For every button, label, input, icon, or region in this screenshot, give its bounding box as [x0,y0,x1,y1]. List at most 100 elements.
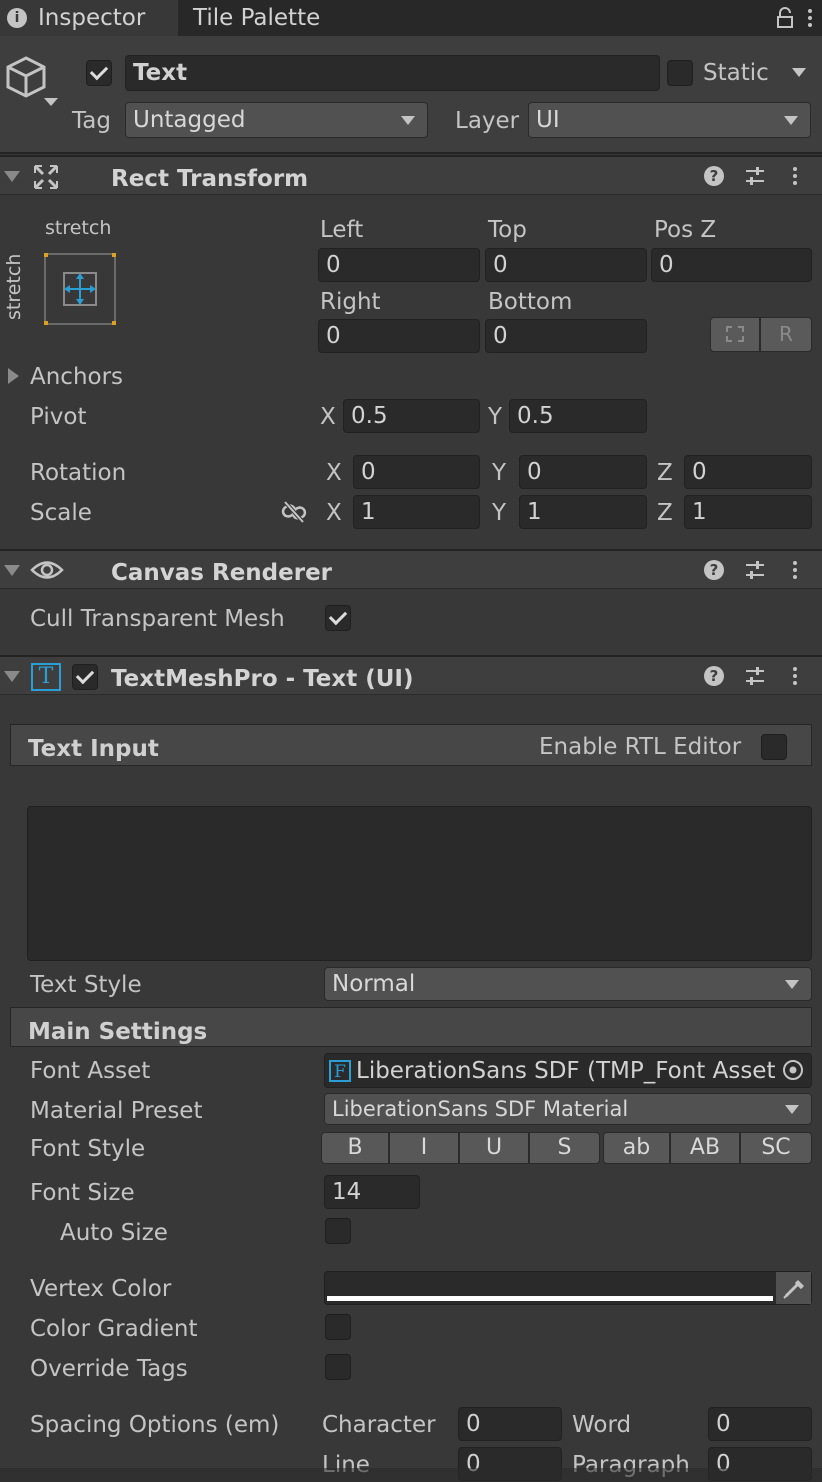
rect-transform-header[interactable]: Rect Transform ? [0,155,822,195]
font-style-italic-button[interactable]: I [389,1132,459,1164]
word-spacing-field[interactable]: 0 [708,1407,812,1441]
foldout-arrow-icon[interactable] [4,171,20,182]
material-preset-label: Material Preset [30,1098,203,1124]
color-gradient-checkbox[interactable] [325,1314,351,1340]
scale-y-field[interactable]: 1 [519,495,647,529]
pivot-x-label[interactable]: X [320,406,336,429]
anchors-label[interactable]: Anchors [30,366,123,389]
text-input-label: Text Input [28,736,159,762]
tab-tile-palette[interactable]: Tile Palette [193,7,320,30]
right-value: 0 [326,323,341,349]
foldout-arrow-icon[interactable] [4,671,20,682]
posz-field[interactable]: 0 [651,248,812,282]
tab-inspector-label: Inspector [38,5,146,31]
pivot-y-field[interactable]: 0.5 [509,399,647,433]
cube-icon[interactable] [4,54,60,112]
bottom-field[interactable]: 0 [485,319,647,353]
font-style-lowercase-button[interactable]: ab [603,1132,670,1164]
canvas-renderer-header[interactable]: Canvas Renderer ? [0,549,822,589]
foldout-arrow-icon[interactable] [4,565,20,576]
left-field[interactable]: 0 [318,248,480,282]
help-icon[interactable]: ? [704,166,724,186]
font-style-label: Font Style [30,1136,146,1162]
kebab-menu-icon[interactable] [791,165,799,187]
override-tags-checkbox[interactable] [325,1354,351,1380]
font-style-strikethrough-button[interactable]: S [529,1132,600,1164]
tag-dropdown[interactable]: Untagged [125,102,428,138]
blueprint-mode-button[interactable] [710,317,760,352]
help-icon[interactable]: ? [704,560,724,580]
auto-size-checkbox[interactable] [325,1218,351,1244]
main-settings-section: Main Settings [10,1007,812,1047]
material-preset-dropdown[interactable]: LiberationSans SDF Material [324,1093,812,1125]
lock-icon[interactable] [776,6,794,30]
character-spacing-field[interactable]: 0 [458,1407,562,1441]
layer-label: Layer [455,108,520,134]
layer-dropdown[interactable]: UI [528,102,811,138]
font-style-bold-button[interactable]: B [321,1132,389,1164]
help-icon[interactable]: ? [704,666,724,686]
cull-transparent-mesh-checkbox[interactable] [325,605,351,631]
right-field[interactable]: 0 [318,319,480,353]
tag-value: Untagged [133,107,246,133]
rotation-y-field[interactable]: 0 [519,455,647,489]
rotation-y-label[interactable]: Y [492,462,506,485]
static-checkbox[interactable] [667,60,693,86]
rotation-z-field[interactable]: 0 [684,455,812,489]
font-size-field[interactable]: 14 [324,1175,420,1209]
tmp-header[interactable]: T TextMeshPro - Text (UI) ? [0,655,822,695]
font-style-smallcaps-label: SC [761,1135,791,1160]
font-asset-field[interactable]: F LiberationSans SDF (TMP_Font Asset [324,1053,812,1088]
layer-value: UI [536,107,560,133]
top-field[interactable]: 0 [485,248,647,282]
posz-value: 0 [659,252,674,278]
canvas-renderer-title: Canvas Renderer [111,560,333,586]
tab-inspector[interactable]: i Inspector [0,0,178,36]
presets-icon[interactable] [744,665,766,687]
presets-icon[interactable] [744,559,766,581]
font-style-underline-button[interactable]: U [459,1132,529,1164]
pivot-x-field[interactable]: 0.5 [343,399,480,433]
object-name-field[interactable]: Text [125,55,660,91]
scale-label: Scale [30,500,92,526]
word-spacing-label[interactable]: Word [572,1414,631,1437]
anchors-foldout-icon[interactable] [8,368,19,384]
kebab-menu-icon[interactable] [806,6,814,30]
scale-y-label[interactable]: Y [492,502,506,525]
top-value: 0 [493,252,508,278]
scale-z-label[interactable]: Z [657,502,673,525]
font-style-uppercase-button[interactable]: AB [670,1132,740,1164]
auto-size-label: Auto Size [60,1220,168,1246]
rotation-x-label[interactable]: X [326,462,342,485]
vertex-color-field[interactable] [324,1271,812,1305]
rotation-label: Rotation [30,460,127,486]
font-style-underline-label: U [485,1135,503,1160]
scale-x-label[interactable]: X [326,502,342,525]
scale-z-value: 1 [692,499,707,525]
scale-z-field[interactable]: 1 [684,495,812,529]
constrain-proportions-link-icon[interactable] [281,500,307,524]
tmp-enabled-checkbox[interactable] [72,664,98,690]
kebab-menu-icon[interactable] [791,559,799,581]
static-dropdown-arrow-icon[interactable] [792,68,806,77]
character-spacing-label[interactable]: Character [322,1414,436,1437]
active-toggle-checkbox[interactable] [86,60,112,86]
rotation-z-label[interactable]: Z [657,462,673,485]
scale-x-field[interactable]: 1 [353,495,480,529]
bottom-value: 0 [493,323,508,349]
text-style-dropdown[interactable]: Normal [324,967,812,1001]
kebab-menu-icon[interactable] [791,665,799,687]
rtl-editor-checkbox[interactable] [761,734,787,760]
rotation-x-field[interactable]: 0 [353,455,480,489]
font-style-smallcaps-button[interactable]: SC [740,1132,812,1164]
spacing-options-label: Spacing Options (em) [30,1412,280,1438]
text-input-area[interactable] [27,806,812,961]
anchor-presets-button[interactable] [44,253,116,325]
pivot-y-label[interactable]: Y [488,406,502,429]
font-size-label: Font Size [30,1180,135,1206]
anchor-horizontal-label: stretch [45,217,112,239]
object-picker-icon[interactable] [775,1054,811,1087]
presets-icon[interactable] [744,165,766,187]
raw-edit-button[interactable]: R [760,317,812,352]
eyedropper-icon[interactable] [775,1272,811,1304]
